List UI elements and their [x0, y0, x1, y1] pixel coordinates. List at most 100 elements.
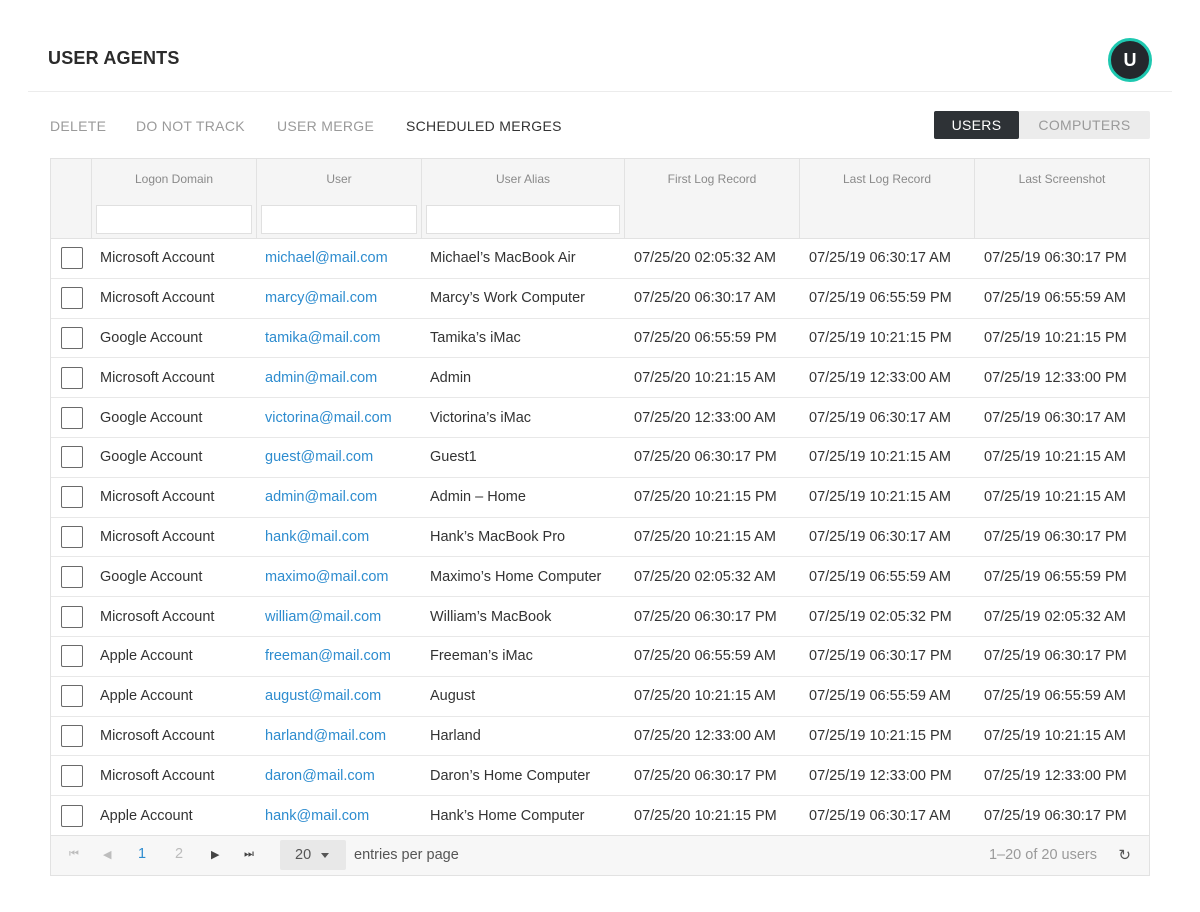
row-checkbox[interactable] [61, 685, 83, 708]
computers-toggle-button[interactable]: COMPUTERS [1019, 111, 1150, 139]
user-link[interactable]: michael@mail.com [257, 250, 422, 266]
column-header-user-alias[interactable]: User Alias [422, 159, 625, 199]
column-header-logon-domain[interactable]: Logon Domain [92, 159, 257, 199]
filter-row [51, 199, 1149, 239]
row-checkbox[interactable] [61, 645, 83, 668]
last-screenshot-cell: 07/25/19 06:30:17 AM [984, 409, 1126, 426]
table-row[interactable]: Google Account guest@mail.com Guest1 07/25/… [51, 438, 1149, 478]
first-log-record-cell: 07/25/20 12:33:00 AM [634, 409, 776, 426]
row-checkbox[interactable] [61, 525, 83, 548]
last-screenshot-cell: 07/25/19 06:55:59 AM [984, 688, 1126, 705]
prev-page-icon[interactable]: ◀ [103, 848, 111, 861]
row-checkbox[interactable] [61, 406, 83, 429]
column-header-last-log-record[interactable]: Last Log Record [800, 159, 975, 199]
user-link[interactable]: william@mail.com [257, 609, 422, 625]
row-checkbox[interactable] [61, 366, 83, 389]
logon-domain-cell: Microsoft Account [100, 290, 215, 307]
last-screenshot-cell: 07/25/19 06:30:17 PM [984, 250, 1127, 267]
row-checkbox[interactable] [61, 486, 83, 509]
last-log-record-cell: 07/25/19 06:30:17 AM [809, 807, 951, 824]
table-row[interactable]: Apple Account freeman@mail.com Freeman’s i… [51, 637, 1149, 677]
first-log-record-cell: 07/25/20 02:05:32 AM [634, 568, 776, 585]
logon-domain-filter-input[interactable] [96, 204, 252, 234]
page-2-button[interactable]: 2 [175, 846, 183, 862]
row-checkbox[interactable] [61, 605, 83, 628]
table-row[interactable]: Google Account maximo@mail.com Maximo’s Ho… [51, 557, 1149, 598]
row-checkbox[interactable] [61, 804, 83, 827]
column-header-last-screenshot[interactable]: Last Screenshot [975, 159, 1149, 199]
user-link[interactable]: maximo@mail.com [257, 569, 422, 585]
row-checkbox[interactable] [61, 565, 83, 588]
user-filter-input[interactable] [261, 204, 417, 234]
user-link[interactable]: freeman@mail.com [257, 648, 422, 664]
first-log-record-cell: 07/25/20 10:21:15 PM [634, 489, 777, 506]
logon-domain-cell: Apple Account [100, 648, 193, 665]
user-alias-filter-input[interactable] [426, 204, 620, 234]
logon-domain-cell: Microsoft Account [100, 369, 215, 386]
table-row[interactable]: Microsoft Account daron@mail.com Daron’s H… [51, 756, 1149, 797]
last-log-record-cell: 07/25/19 06:30:17 AM [809, 250, 951, 267]
table-row[interactable]: Google Account victorina@mail.com Victorin… [51, 398, 1149, 438]
last-log-record-cell: 07/25/19 10:21:15 AM [809, 489, 951, 506]
table-row[interactable]: Microsoft Account admin@mail.com Admin 07/2… [51, 358, 1149, 399]
row-checkbox[interactable] [61, 724, 83, 747]
user-link[interactable]: tamika@mail.com [257, 330, 422, 346]
user-merge-button[interactable]: USER MERGE [277, 118, 374, 134]
user-alias-cell: Admin [430, 369, 472, 386]
user-link[interactable]: hank@mail.com [257, 529, 422, 545]
first-page-icon[interactable]: ⏮ [69, 848, 79, 861]
users-toggle-button[interactable]: USERS [934, 111, 1019, 139]
last-page-icon[interactable]: ⏭ [244, 848, 254, 861]
do-not-track-button[interactable]: DO NOT TRACK [136, 118, 245, 134]
table-row[interactable]: Microsoft Account marcy@mail.com Marcy’s W… [51, 279, 1149, 319]
last-log-record-cell: 07/25/19 10:21:15 AM [809, 449, 951, 466]
table-row[interactable]: Microsoft Account michael@mail.com Michael… [51, 239, 1149, 279]
delete-button[interactable]: DELETE [50, 118, 106, 134]
last-screenshot-cell: 07/25/19 06:55:59 PM [984, 568, 1127, 585]
avatar[interactable]: U [1108, 38, 1152, 82]
table-row[interactable]: Microsoft Account harland@mail.com Harland… [51, 717, 1149, 757]
logon-domain-cell: Microsoft Account [100, 767, 215, 784]
page-1-button[interactable]: 1 [138, 846, 146, 862]
refresh-icon[interactable]: ↻ [1118, 846, 1131, 864]
row-checkbox[interactable] [61, 247, 83, 270]
column-header-first-log-record[interactable]: First Log Record [625, 159, 800, 199]
entries-per-page-select[interactable]: 20 [280, 840, 346, 870]
table-row[interactable]: Microsoft Account hank@mail.com Hank’s Mac… [51, 518, 1149, 558]
row-checkbox[interactable] [61, 446, 83, 469]
user-link[interactable]: victorina@mail.com [257, 410, 422, 426]
user-link[interactable]: harland@mail.com [257, 728, 422, 744]
table-row[interactable]: Apple Account august@mail.com August 07/25/… [51, 677, 1149, 717]
first-log-record-cell: 07/25/20 06:55:59 AM [634, 648, 776, 665]
table-row[interactable]: Google Account tamika@mail.com Tamika’s iM… [51, 319, 1149, 359]
last-log-record-cell: 07/25/19 06:30:17 PM [809, 648, 952, 665]
last-log-record-cell: 07/25/19 06:55:59 PM [809, 290, 952, 307]
logon-domain-cell: Microsoft Account [100, 727, 215, 744]
user-alias-cell: Harland [430, 727, 481, 744]
last-screenshot-cell: 07/25/19 10:21:15 AM [984, 727, 1126, 744]
table-row[interactable]: Microsoft Account admin@mail.com Admin – H… [51, 478, 1149, 518]
logon-domain-cell: Apple Account [100, 807, 193, 824]
user-link[interactable]: guest@mail.com [257, 449, 422, 465]
user-link[interactable]: marcy@mail.com [257, 290, 422, 306]
last-screenshot-cell: 07/25/19 10:21:15 PM [984, 329, 1127, 346]
user-link[interactable]: admin@mail.com [257, 370, 422, 386]
user-alias-cell: Guest1 [430, 449, 477, 466]
user-alias-cell: Daron’s Home Computer [430, 767, 591, 784]
last-screenshot-cell: 07/25/19 10:21:15 AM [984, 449, 1126, 466]
scheduled-merges-button[interactable]: SCHEDULED MERGES [406, 118, 562, 134]
user-link[interactable]: admin@mail.com [257, 489, 422, 505]
user-link[interactable]: daron@mail.com [257, 768, 422, 784]
row-checkbox[interactable] [61, 287, 83, 310]
row-checkbox[interactable] [61, 764, 83, 787]
table-row[interactable]: Apple Account hank@mail.com Hank’s Home Co… [51, 796, 1149, 835]
last-log-record-cell: 07/25/19 06:55:59 AM [809, 688, 951, 705]
column-header-user[interactable]: User [257, 159, 422, 199]
next-page-icon[interactable]: ▶ [211, 848, 219, 861]
table-row[interactable]: Microsoft Account william@mail.com William… [51, 597, 1149, 637]
per-page-value: 20 [295, 847, 312, 863]
user-link[interactable]: hank@mail.com [257, 808, 422, 824]
logon-domain-cell: Microsoft Account [100, 608, 215, 625]
row-checkbox[interactable] [61, 326, 83, 349]
user-link[interactable]: august@mail.com [257, 688, 422, 704]
